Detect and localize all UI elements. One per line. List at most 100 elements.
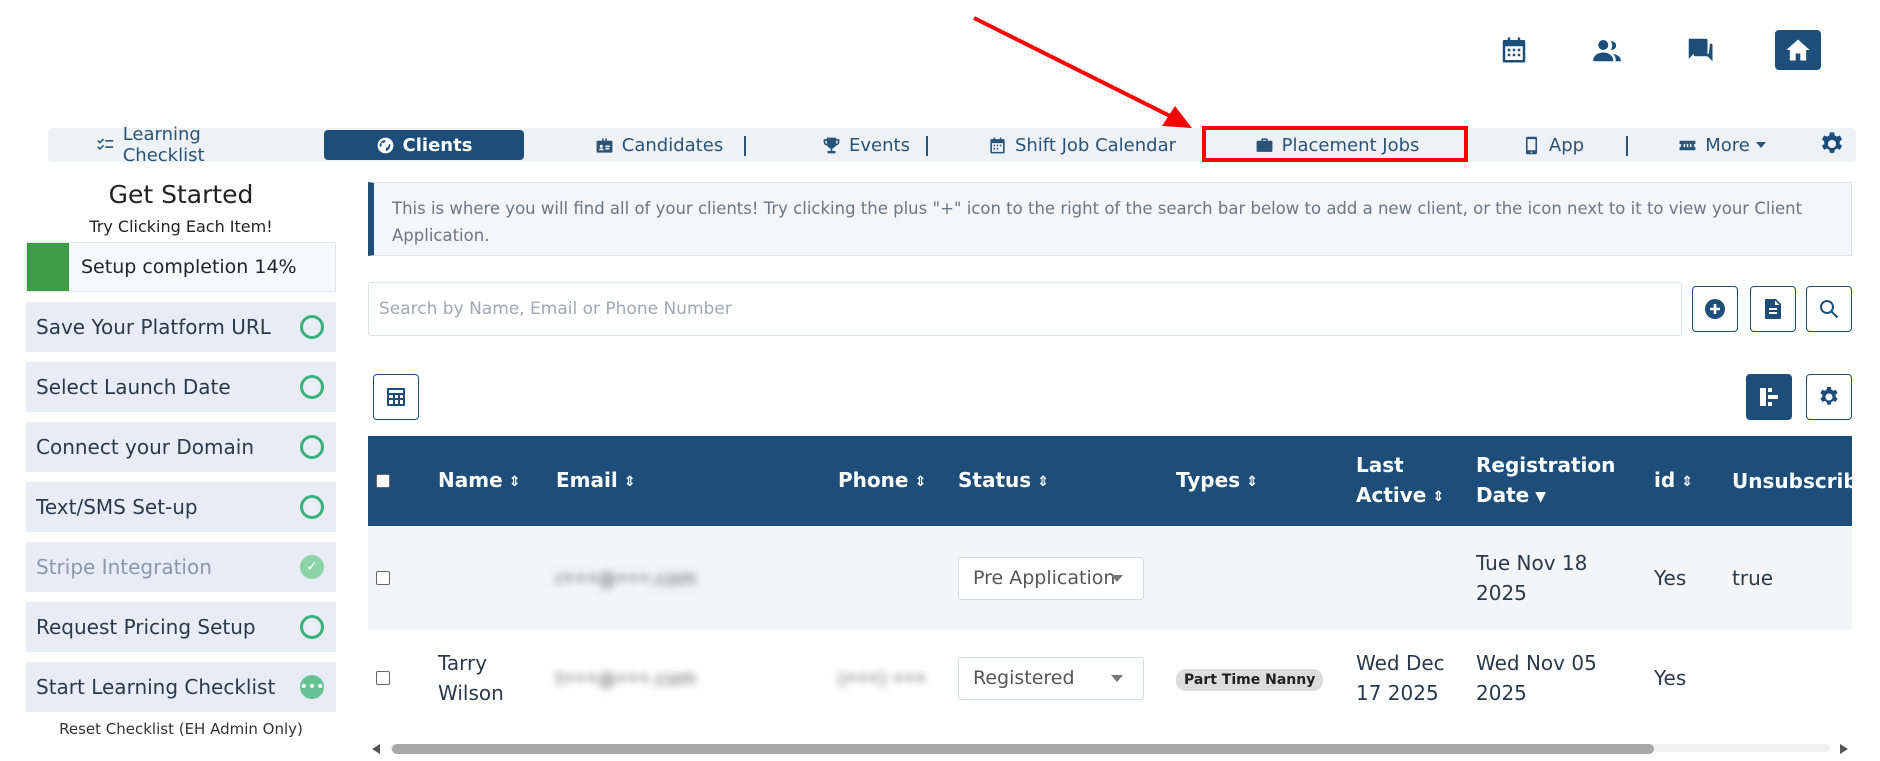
cell-phone bbox=[830, 526, 950, 630]
step-label: Text/SMS Set-up bbox=[36, 495, 198, 519]
cell-registration-date: Wed Nov 05 2025 bbox=[1476, 651, 1597, 705]
step-connect-domain[interactable]: Connect your Domain bbox=[26, 422, 336, 472]
table-row[interactable]: r•••@•••.com Pre Application Tue Nov 18 … bbox=[368, 526, 1852, 630]
settings-gear-icon[interactable] bbox=[1818, 130, 1848, 160]
step-stripe-integration[interactable]: Stripe Integration ✓ bbox=[26, 542, 336, 592]
search-icon bbox=[1820, 300, 1839, 319]
cell-types bbox=[1168, 526, 1348, 630]
client-application-button[interactable] bbox=[1750, 286, 1796, 332]
tab-label: Shift Job Calendar bbox=[1014, 134, 1177, 156]
scroll-right-arrow-icon[interactable] bbox=[1840, 744, 1848, 754]
tab-label: Candidates bbox=[621, 134, 724, 156]
tab-shift-job-calendar[interactable]: Shift Job Calendar bbox=[968, 130, 1196, 160]
row-checkbox[interactable] bbox=[376, 571, 390, 585]
sidebar-title: Get Started bbox=[108, 180, 254, 209]
step-request-pricing-setup[interactable]: Request Pricing Setup bbox=[26, 602, 336, 652]
step-label: Save Your Platform URL bbox=[36, 315, 271, 339]
scroll-left-arrow-icon[interactable] bbox=[372, 744, 380, 754]
check-circle-icon: ✓ bbox=[300, 555, 324, 579]
step-text-sms-setup[interactable]: Text/SMS Set-up bbox=[26, 482, 336, 532]
cell-name bbox=[430, 526, 548, 630]
chat-icon[interactable] bbox=[1678, 28, 1722, 72]
tab-more[interactable]: More bbox=[1662, 130, 1782, 160]
table-row[interactable]: Tarry Wilson t•••@•••.com (•••) ••• Regi… bbox=[368, 630, 1852, 726]
spreadsheet-export-button[interactable] bbox=[373, 374, 419, 420]
home-icon[interactable] bbox=[1775, 30, 1821, 70]
column-header-id[interactable]: id ⇕ bbox=[1646, 436, 1724, 526]
step-label: Start Learning Checklist bbox=[36, 675, 276, 699]
tree-columns-icon bbox=[1760, 388, 1778, 406]
cell-types: Part Time Nanny bbox=[1168, 630, 1348, 726]
tab-clients[interactable]: Clients bbox=[324, 130, 524, 160]
status-select[interactable]: Pre Application bbox=[958, 556, 1144, 600]
sort-icon: ⇕ bbox=[1246, 473, 1258, 490]
search-button[interactable] bbox=[1806, 286, 1852, 332]
column-header-phone[interactable]: Phone ⇕ bbox=[830, 436, 950, 526]
tab-learning-checklist[interactable]: Learning Checklist bbox=[96, 124, 286, 166]
tab-events[interactable]: Events bbox=[786, 130, 946, 160]
ticket-icon bbox=[1679, 140, 1696, 150]
tab-label: Clients bbox=[402, 134, 473, 156]
add-client-button[interactable] bbox=[1692, 286, 1738, 332]
column-header-unsubscribed[interactable]: Unsubscribed bbox=[1724, 436, 1852, 526]
column-header-name[interactable]: Name ⇕ bbox=[430, 436, 548, 526]
column-header-registration-date[interactable]: Registration Date ▼ bbox=[1468, 436, 1646, 526]
column-header-types[interactable]: Types ⇕ bbox=[1168, 436, 1348, 526]
step-select-launch-date[interactable]: Select Launch Date bbox=[26, 362, 336, 412]
clients-table: Name ⇕ Email ⇕ Phone ⇕ Status ⇕ Types ⇕ Last … bbox=[368, 436, 1852, 726]
cell-unsubscribed: true bbox=[1732, 566, 1774, 590]
step-save-platform-url[interactable]: Save Your Platform URL bbox=[26, 302, 336, 352]
column-header-last-active[interactable]: Last Active ⇕ bbox=[1348, 436, 1468, 526]
table-settings-button[interactable] bbox=[1806, 374, 1852, 420]
select-all-cell bbox=[368, 436, 430, 526]
row-select-cell bbox=[368, 526, 430, 630]
step-start-learning-checklist[interactable]: Start Learning Checklist ••• bbox=[26, 662, 336, 712]
sort-icon: ⇕ bbox=[1037, 473, 1049, 490]
step-label: Stripe Integration bbox=[36, 555, 212, 579]
sort-icon: ⇕ bbox=[1681, 473, 1693, 490]
pending-circle-icon bbox=[300, 375, 324, 399]
users-icon[interactable] bbox=[1585, 28, 1629, 72]
search-box bbox=[368, 282, 1682, 336]
trophy-icon bbox=[823, 137, 840, 153]
status-select[interactable]: Registered bbox=[958, 656, 1144, 700]
cell-id: Yes bbox=[1654, 566, 1687, 590]
gear-icon bbox=[1820, 387, 1838, 405]
calendar-icon[interactable] bbox=[1492, 28, 1536, 72]
blurred-email: t•••@•••.com bbox=[556, 667, 697, 690]
horizontal-scrollbar[interactable] bbox=[368, 740, 1852, 754]
reset-checklist-link[interactable]: Reset Checklist (EH Admin Only) bbox=[26, 720, 336, 738]
tab-app[interactable]: App bbox=[1498, 130, 1608, 160]
scrollbar-thumb[interactable] bbox=[392, 744, 1654, 754]
select-all-checkbox[interactable] bbox=[376, 474, 390, 488]
sidebar-subtitle: Try Clicking Each Item! bbox=[89, 217, 273, 236]
column-header-status[interactable]: Status ⇕ bbox=[950, 436, 1168, 526]
spreadsheet-icon bbox=[387, 388, 405, 406]
page: Learning Checklist Clients Candidates Ev… bbox=[0, 0, 1880, 761]
sort-desc-icon: ▼ bbox=[1535, 488, 1547, 505]
sort-icon: ⇕ bbox=[623, 473, 636, 490]
row-checkbox[interactable] bbox=[376, 671, 390, 685]
column-header-email[interactable]: Email ⇕ bbox=[548, 436, 830, 526]
pending-circle-icon bbox=[300, 435, 324, 459]
column-layout-button[interactable] bbox=[1746, 374, 1792, 420]
sort-icon: ⇕ bbox=[1432, 488, 1445, 505]
cell-unsubscribed bbox=[1724, 630, 1852, 726]
pending-circle-icon bbox=[300, 495, 324, 519]
nav-divider bbox=[1626, 136, 1628, 156]
step-label: Select Launch Date bbox=[36, 375, 231, 399]
cell-last-active bbox=[1348, 526, 1468, 630]
tab-label: More bbox=[1705, 134, 1750, 156]
type-badge: Part Time Nanny bbox=[1176, 668, 1324, 691]
search-input[interactable] bbox=[379, 299, 1671, 319]
blurred-phone: (•••) ••• bbox=[838, 667, 927, 690]
plus-circle-icon bbox=[1705, 299, 1725, 319]
placement-jobs-highlight bbox=[1202, 126, 1468, 162]
tab-candidates[interactable]: Candidates bbox=[564, 130, 754, 160]
cell-status: Registered bbox=[950, 630, 1168, 726]
setup-progress: Setup completion 14% bbox=[26, 242, 336, 292]
cell-name: Tarry Wilson bbox=[438, 651, 504, 705]
cell-phone: (•••) ••• bbox=[830, 630, 950, 726]
mobile-icon bbox=[1525, 136, 1537, 154]
calendar-icon bbox=[990, 137, 1005, 153]
